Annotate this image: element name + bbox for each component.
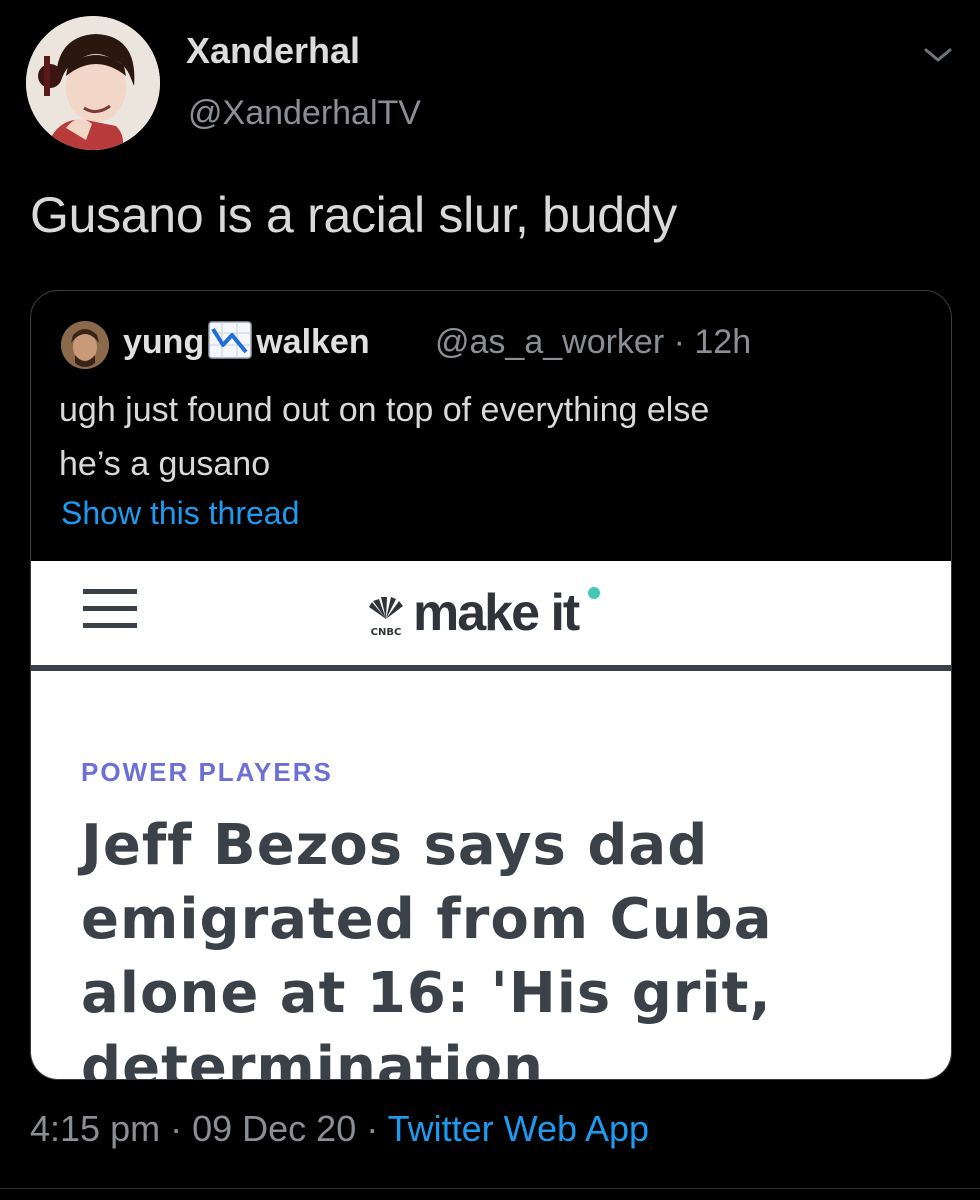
meta-separator: ·: [170, 1108, 183, 1149]
quoted-text-line-2: he’s a gusano: [59, 445, 271, 483]
show-thread-link[interactable]: Show this thread: [61, 495, 299, 532]
tweet-source-link[interactable]: Twitter Web App: [388, 1108, 649, 1149]
headline-line: emigrated from Cuba: [81, 887, 773, 952]
hamburger-menu-icon: [83, 589, 137, 629]
meta-separator: ·: [366, 1108, 379, 1149]
quoted-author-avatar[interactable]: [61, 321, 109, 369]
author-avatar[interactable]: [26, 16, 160, 150]
author-handle[interactable]: @XanderhalTV: [188, 94, 421, 133]
article-preview-image[interactable]: CNBC make it POWER PLAYERS Jeff Bezos sa…: [31, 561, 951, 1079]
headline-line: Jeff Bezos says dad: [81, 813, 709, 878]
headline-line: determination: [81, 1035, 544, 1080]
chart-decreasing-icon: [208, 321, 252, 359]
divider: [0, 1188, 980, 1189]
chevron-down-icon[interactable]: [920, 40, 956, 70]
quoted-handle-and-time: @as_a_worker · 12h: [435, 323, 752, 361]
logo-accent-dot: [588, 587, 600, 599]
make-it-wordmark: make it: [413, 584, 580, 642]
quoted-text-line-1: ugh just found out on top of everything …: [59, 391, 710, 429]
headline-line: alone at 16: 'His grit,: [81, 961, 772, 1026]
tweet-time[interactable]: 4:15 pm: [30, 1108, 160, 1149]
cnbc-site-header: CNBC make it: [31, 561, 951, 671]
tweet-metadata: 4:15 pm · 09 Dec 20 · Twitter Web App: [30, 1108, 649, 1150]
tweet-date[interactable]: 09 Dec 20: [192, 1108, 356, 1149]
tweet-text: Gusano is a racial slur, buddy: [30, 187, 677, 243]
article-headline: Jeff Bezos says dad emigrated from Cuba …: [81, 809, 901, 1080]
quoted-tweet-text: ugh just found out on top of everything …: [59, 383, 919, 491]
quoted-avatar-photo: [61, 321, 109, 369]
quoted-name-part2: walken: [256, 323, 370, 361]
cnbc-make-it-logo: CNBC make it: [361, 583, 661, 643]
quoted-name-part1: yung: [123, 323, 205, 361]
nbc-peacock-icon: CNBC: [369, 597, 403, 638]
article-kicker: POWER PLAYERS: [81, 757, 333, 787]
cnbc-wordmark: CNBC: [371, 627, 402, 638]
avatar-illustration: [26, 16, 160, 150]
quoted-author-name[interactable]: yung walken: [123, 321, 370, 362]
author-display-name[interactable]: Xanderhal: [186, 30, 360, 72]
quoted-tweet-card[interactable]: yung walken @as_a_worker · 12h ugh just …: [30, 290, 952, 1080]
